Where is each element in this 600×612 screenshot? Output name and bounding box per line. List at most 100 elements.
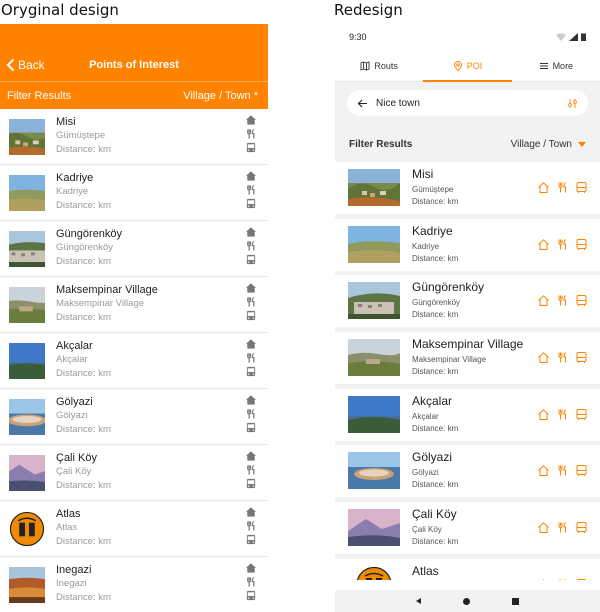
restaurant-icon[interactable]: [245, 576, 257, 588]
bus-icon[interactable]: [245, 534, 257, 546]
house-icon[interactable]: [245, 338, 257, 350]
house-icon[interactable]: [537, 294, 550, 307]
list-item[interactable]: AtlasAtlas: [335, 558, 600, 580]
poi-name: Akçalar: [56, 340, 93, 352]
restaurant-icon[interactable]: [245, 464, 257, 476]
house-icon[interactable]: [537, 521, 550, 534]
restaurant-icon[interactable]: [245, 520, 257, 532]
search-input[interactable]: [376, 97, 559, 109]
list-item[interactable]: Gölyazi Gölyazi Distance: km: [335, 445, 600, 498]
house-icon[interactable]: [537, 238, 550, 251]
restaurant-icon[interactable]: [245, 240, 257, 252]
bus-icon[interactable]: [575, 351, 588, 364]
poi-thumbnail: [348, 509, 400, 547]
bus-icon[interactable]: [245, 478, 257, 490]
house-icon[interactable]: [245, 562, 257, 574]
tab-poi[interactable]: POI: [423, 50, 512, 82]
poi-thumbnail: [9, 287, 45, 323]
house-icon[interactable]: [537, 408, 550, 421]
list-item[interactable]: Güngörenköy Güngörenköy Distance: km: [335, 275, 600, 328]
restaurant-icon[interactable]: [245, 296, 257, 308]
list-item[interactable]: Kadriye Kadriye Distance: km: [0, 165, 268, 221]
poi-name: Gölyazi: [56, 396, 93, 408]
wifi-icon: [556, 33, 566, 41]
house-icon[interactable]: [245, 114, 257, 126]
bus-icon[interactable]: [575, 464, 588, 477]
poi-amenity-icons: [245, 170, 259, 210]
bus-icon[interactable]: [245, 254, 257, 266]
house-icon[interactable]: [245, 506, 257, 518]
nav-back-icon[interactable]: [416, 598, 421, 604]
poi-amenity-icons: [245, 226, 259, 266]
house-icon[interactable]: [537, 181, 550, 194]
restaurant-icon[interactable]: [556, 238, 569, 251]
house-icon[interactable]: [537, 578, 550, 580]
bus-icon[interactable]: [245, 310, 257, 322]
bus-icon[interactable]: [575, 238, 588, 251]
house-icon[interactable]: [245, 170, 257, 182]
bus-icon[interactable]: [245, 142, 257, 154]
poi-name: Kadriye: [56, 172, 94, 184]
bus-icon[interactable]: [245, 366, 257, 378]
tab-poi-label: POI: [466, 60, 483, 71]
filter-select[interactable]: Village / Town *: [183, 90, 258, 102]
house-icon[interactable]: [537, 351, 550, 364]
list-item[interactable]: Maksempinar Village Maksempinar Village Di…: [335, 332, 600, 385]
original-screen: Back Points of Interest Filter Results V…: [0, 24, 268, 612]
restaurant-icon[interactable]: [245, 128, 257, 140]
list-item[interactable]: Maksempinar Village Maksempinar Village Di…: [0, 277, 268, 333]
bus-icon[interactable]: [575, 578, 588, 580]
house-icon[interactable]: [245, 450, 257, 462]
filter-select[interactable]: Village / Town: [511, 139, 586, 150]
filter-select-value: Village / Town: [510, 138, 572, 150]
search-area: [335, 82, 600, 126]
search-box: [347, 90, 588, 116]
bus-icon[interactable]: [575, 294, 588, 307]
list-item[interactable]: Inegazi Inegazi Distance: km: [0, 557, 268, 612]
restaurant-icon[interactable]: [245, 408, 257, 420]
caption-redesign: Redesign: [334, 1, 403, 19]
list-item[interactable]: Gölyazi Gölyazi Distance: km: [0, 389, 268, 445]
list-item[interactable]: Misi Gümüştepe Distance: km: [0, 109, 268, 165]
restaurant-icon[interactable]: [245, 184, 257, 196]
house-icon[interactable]: [245, 282, 257, 294]
house-icon[interactable]: [537, 464, 550, 477]
restaurant-icon[interactable]: [556, 464, 569, 477]
poi-thumbnail: [9, 567, 45, 603]
bus-icon[interactable]: [245, 590, 257, 602]
poi-name: Güngörenköy: [56, 228, 123, 240]
restaurant-icon[interactable]: [556, 408, 569, 421]
nav-home-icon[interactable]: [463, 597, 470, 605]
filter-sliders-icon[interactable]: [567, 98, 578, 109]
list-item[interactable]: Akçalar Akçalar Distance: km: [0, 333, 268, 389]
poi-distance: Distance: km: [56, 144, 111, 155]
list-item[interactable]: Güngörenköy Güngörenköy Distance: km: [0, 221, 268, 277]
list-item[interactable]: Misi Gümüştepe Distance: km: [335, 162, 600, 214]
restaurant-icon[interactable]: [556, 181, 569, 194]
house-icon[interactable]: [245, 394, 257, 406]
bus-icon[interactable]: [575, 521, 588, 534]
poi-name: Kadriye: [412, 223, 453, 238]
list-item[interactable]: Atlas Atlas Distance: km: [0, 501, 268, 557]
pin-icon: [453, 60, 462, 71]
bus-icon[interactable]: [575, 181, 588, 194]
restaurant-icon[interactable]: [556, 578, 569, 580]
nav-recents-icon[interactable]: [512, 597, 519, 605]
restaurant-icon[interactable]: [245, 352, 257, 364]
tab-routs[interactable]: Routs: [335, 50, 423, 81]
restaurant-icon[interactable]: [556, 294, 569, 307]
list-item[interactable]: Çali Köy Çali Köy Distance: km: [0, 445, 268, 501]
bus-icon[interactable]: [245, 198, 257, 210]
filter-bar[interactable]: Filter Results Village / Town *: [0, 81, 268, 109]
house-icon[interactable]: [245, 226, 257, 238]
list-item[interactable]: Çali Köy Çali Köy Distance: km: [335, 502, 600, 555]
tab-more[interactable]: More: [512, 50, 600, 81]
restaurant-icon[interactable]: [556, 351, 569, 364]
arrow-left-icon[interactable]: [357, 98, 368, 109]
list-item[interactable]: Akçalar Akçalar Distance: km: [335, 388, 600, 441]
bus-icon[interactable]: [245, 422, 257, 434]
restaurant-icon[interactable]: [556, 521, 569, 534]
list-item[interactable]: Kadriye Kadriye Distance: km: [335, 218, 600, 271]
poi-thumbnail: [348, 395, 400, 433]
bus-icon[interactable]: [575, 408, 588, 421]
